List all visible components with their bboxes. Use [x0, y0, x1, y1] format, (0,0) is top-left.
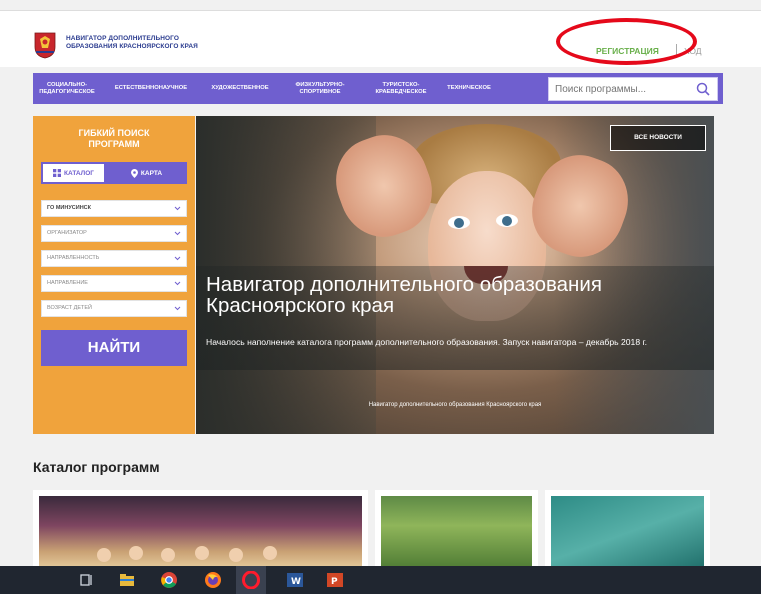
tab-catalog[interactable]: КАТАЛОГ	[41, 162, 106, 184]
tab-map-label: КАРТА	[140, 169, 163, 177]
svg-text:P: P	[331, 577, 338, 587]
word-icon[interactable]: W	[286, 571, 304, 589]
nav-item-label: ПЕДАГОГИЧЕСКОЕ	[39, 88, 95, 95]
nav-item-label: ХУДОЖЕСТВЕННОЕ	[211, 85, 269, 91]
coat-of-arms-icon[interactable]	[33, 31, 57, 59]
catalog-card[interactable]	[545, 490, 710, 570]
card-image-figure	[263, 546, 277, 560]
logo-line-2: ОБРАЗОВАНИЯ КРАСНОЯРСКОГО КРАЯ	[66, 43, 198, 50]
card-image-figure	[229, 548, 243, 562]
select-value: НАПРАВЛЕНИЕ	[47, 280, 88, 286]
nav-item-label: ЕСТЕСТВЕННОНАУЧНОЕ	[114, 85, 188, 91]
all-news-button[interactable]: ВСЕ НОВОСТИ	[610, 125, 706, 151]
hero-photo-eye	[448, 216, 470, 229]
nav-item-label: КРАЕВЕДЧЕСКОЕ	[375, 88, 427, 95]
hero-caption: Навигатор дополнительного образования Кр…	[368, 402, 542, 408]
nav-item-social-pedagogical[interactable]: СОЦИАЛЬНО- ПЕДАГОГИЧЕСКОЕ	[33, 82, 101, 96]
nav-item-label: СПОРТИВНОЕ	[299, 88, 341, 95]
card-image	[381, 496, 532, 570]
card-image	[39, 496, 362, 570]
filter-title: ГИБКИЙ ПОИСК ПРОГРАММ	[33, 128, 195, 150]
map-pin-icon	[130, 168, 138, 178]
select-value: НАПРАВЛЕННОСТЬ	[47, 255, 100, 261]
chevron-down-icon	[174, 256, 181, 261]
view-toggle: КАТАЛОГ КАРТА	[41, 162, 187, 184]
tab-catalog-label: КАТАЛОГ	[64, 169, 94, 177]
card-image-figure	[195, 546, 209, 560]
card-image-figure	[129, 546, 143, 560]
hero-subtitle: Началось наполнение каталога программ до…	[206, 337, 647, 347]
nav-item-tourism[interactable]: ТУРИСТСКО- КРАЕВЕДЧЕСКОЕ	[361, 82, 441, 96]
search-filter-panel: ГИБКИЙ ПОИСК ПРОГРАММ КАТАЛОГ КАРТА ГО М…	[33, 116, 195, 434]
page: НАВИГАТОР ДОПОЛНИТЕЛЬНОГО ОБРАЗОВАНИЯ КР…	[0, 0, 761, 594]
chevron-down-icon	[174, 281, 181, 286]
task-view-icon[interactable]	[78, 571, 96, 589]
annotation-circle	[556, 18, 697, 65]
hero-photo-eye	[496, 214, 518, 227]
chrome-icon[interactable]	[160, 571, 178, 589]
filter-title-line: ПРОГРАММ	[88, 139, 140, 149]
search-icon[interactable]	[696, 82, 710, 96]
grid-icon	[53, 169, 61, 177]
os-taskbar: W P	[0, 566, 761, 594]
file-explorer-icon[interactable]	[118, 571, 136, 589]
catalog-card[interactable]	[33, 490, 368, 570]
nav-item-technical[interactable]: ТЕХНИЧЕСКОЕ	[441, 85, 497, 92]
select-municipality[interactable]: ГО МИНУСИНСК	[41, 200, 187, 217]
hero-banner[interactable]: ВСЕ НОВОСТИ Навигатор дополнительного об…	[196, 116, 714, 434]
search-input[interactable]	[549, 78, 689, 100]
select-child-age[interactable]: ВОЗРАСТ ДЕТЕЙ	[41, 300, 187, 317]
nav-item-label: ФИЗКУЛЬТУРНО-	[295, 81, 345, 88]
select-value: ГО МИНУСИНСК	[47, 205, 92, 211]
firefox-icon[interactable]	[204, 571, 222, 589]
chevron-down-icon	[174, 231, 181, 236]
hero-title: Навигатор дополнительного образования Кр…	[206, 273, 602, 317]
program-search	[548, 77, 718, 101]
chevron-down-icon	[174, 306, 181, 311]
select-orientation[interactable]: НАПРАВЛЕННОСТЬ	[41, 250, 187, 267]
catalog-card[interactable]	[375, 490, 538, 570]
tab-map[interactable]: КАРТА	[106, 162, 187, 184]
nav-item-natural-science[interactable]: ЕСТЕСТВЕННОНАУЧНОЕ	[101, 85, 201, 92]
powerpoint-icon[interactable]: P	[326, 571, 344, 589]
select-organizer[interactable]: ОРГАНИЗАТОР	[41, 225, 187, 242]
select-value: ОРГАНИЗАТОР	[47, 230, 87, 236]
card-image-figure	[161, 548, 175, 562]
card-image	[551, 496, 704, 570]
catalog-heading: Каталог программ	[33, 459, 160, 475]
nav-item-label: ТУРИСТСКО-	[382, 81, 420, 88]
nav-item-label: СОЦИАЛЬНО-	[46, 81, 88, 88]
filter-title-line: ГИБКИЙ ПОИСК	[78, 128, 150, 138]
opera-icon[interactable]	[242, 571, 260, 589]
logo-line-1: НАВИГАТОР ДОПОЛНИТЕЛЬНОГО	[66, 35, 180, 42]
chevron-down-icon	[174, 206, 181, 211]
nav-item-artistic[interactable]: ХУДОЖЕСТВЕННОЕ	[201, 85, 279, 92]
select-direction[interactable]: НАПРАВЛЕНИЕ	[41, 275, 187, 292]
svg-text:W: W	[291, 577, 301, 587]
nav-item-label: ТЕХНИЧЕСКОЕ	[447, 85, 491, 91]
select-value: ВОЗРАСТ ДЕТЕЙ	[47, 305, 92, 311]
nav-item-sports[interactable]: ФИЗКУЛЬТУРНО- СПОРТИВНОЕ	[279, 82, 361, 96]
card-image-figure	[97, 548, 111, 562]
site-logo-text[interactable]: НАВИГАТОР ДОПОЛНИТЕЛЬНОГО ОБРАЗОВАНИЯ КР…	[66, 35, 198, 51]
find-button[interactable]: НАЙТИ	[41, 330, 187, 366]
